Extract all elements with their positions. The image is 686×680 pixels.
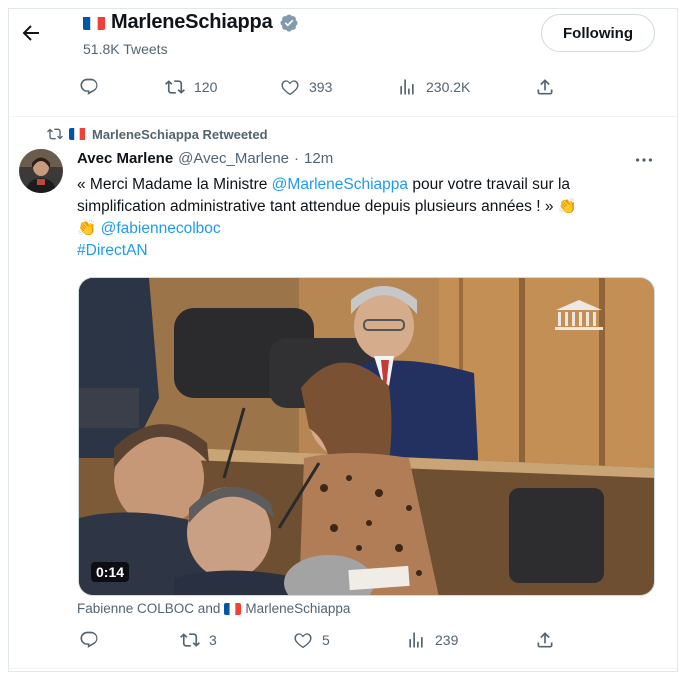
mention-link[interactable]: @fabiennecolboc	[101, 220, 221, 237]
like-button[interactable]: 393	[280, 77, 332, 97]
share-icon	[537, 79, 553, 95]
reply-icon	[80, 631, 98, 648]
retweet-icon	[180, 633, 200, 647]
tweet-divider	[9, 668, 677, 669]
share-button[interactable]	[535, 630, 555, 650]
tweet-time[interactable]: 12m	[304, 150, 333, 167]
like-count: 393	[309, 79, 333, 95]
tweet-text-part: « Merci Madame la Ministre	[77, 176, 272, 193]
views-count: 239	[435, 632, 459, 648]
views-icon	[409, 632, 423, 648]
retweet-count: 3	[209, 632, 217, 648]
like-icon	[294, 633, 312, 649]
views-count: 230.2K	[426, 79, 471, 95]
prev-tweet-actions: 120 393 230.2K	[9, 77, 677, 107]
retweet-count: 120	[194, 79, 218, 95]
video-player[interactable]: 0:14	[78, 277, 655, 596]
tweet-divider	[9, 116, 677, 117]
reply-button[interactable]	[79, 77, 99, 97]
retweet-context[interactable]: MarleneSchiappa Retweeted	[47, 126, 268, 142]
tweet-separator: ·	[294, 150, 300, 167]
tweet-handle[interactable]: @Avec_Marlene	[178, 150, 289, 167]
clap-emoji: 👏	[77, 220, 97, 237]
views-button[interactable]: 230.2K	[397, 77, 470, 97]
like-count: 5	[322, 632, 330, 648]
clap-emoji: 👏	[557, 198, 578, 215]
tweet-header: Avec Marlene @Avec_Marlene · 12m	[77, 150, 333, 167]
tweet-count: 51.8K Tweets	[83, 41, 168, 57]
views-button[interactable]: 239	[406, 630, 458, 650]
tweet-timeline: MarleneSchiappa 51.8K Tweets Following 1…	[8, 8, 678, 672]
retweet-context-label: MarleneSchiappa Retweeted	[92, 126, 268, 142]
like-icon	[281, 80, 299, 96]
mention-link[interactable]: @MarleneSchiappa	[272, 176, 408, 193]
retweet-icon	[165, 80, 185, 94]
tweet-text: « Merci Madame la Ministre @MarleneSchia…	[77, 174, 657, 262]
france-flag-icon	[69, 128, 86, 140]
back-arrow-icon[interactable]	[19, 21, 43, 45]
video-thumbnail	[79, 278, 654, 595]
tweet-actions: 3 5 239	[9, 630, 677, 660]
tagged-user: MarleneSchiappa	[245, 601, 351, 616]
france-flag-icon	[83, 15, 105, 30]
verified-badge-icon	[279, 13, 299, 33]
france-flag-icon	[224, 602, 242, 615]
retweet-icon	[47, 128, 63, 140]
views-icon	[400, 79, 414, 95]
hashtag-link[interactable]: #DirectAN	[77, 242, 148, 259]
share-button[interactable]	[535, 77, 555, 97]
avatar[interactable]	[19, 149, 63, 193]
video-duration: 0:14	[91, 562, 130, 582]
following-button[interactable]: Following	[541, 14, 655, 52]
reply-button[interactable]	[79, 630, 99, 650]
retweet-button[interactable]: 120	[165, 77, 217, 97]
more-icon[interactable]	[633, 149, 655, 171]
like-button[interactable]: 5	[293, 630, 330, 650]
profile-header: MarleneSchiappa 51.8K Tweets Following	[9, 9, 677, 65]
share-icon	[537, 632, 553, 648]
tagged-text: Fabienne COLBOC and	[77, 601, 221, 616]
profile-name: MarleneSchiappa	[111, 11, 273, 33]
reply-icon	[80, 78, 98, 95]
profile-name-row: MarleneSchiappa	[83, 11, 299, 34]
tweet-display-name[interactable]: Avec Marlene	[77, 150, 173, 167]
tagged-users[interactable]: Fabienne COLBOC and MarleneSchiappa	[77, 601, 350, 616]
retweet-button[interactable]: 3	[180, 630, 217, 650]
